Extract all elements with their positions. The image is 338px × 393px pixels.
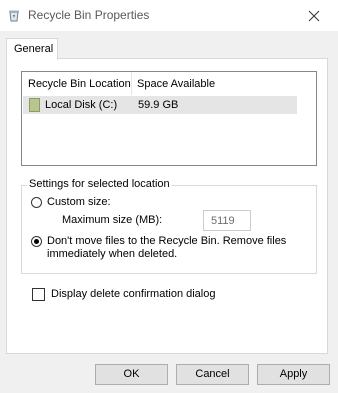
list-item-location: Local Disk (C:) bbox=[45, 99, 118, 111]
settings-group: Settings for selected location Custom si… bbox=[21, 178, 317, 274]
column-separator[interactable] bbox=[131, 72, 132, 95]
list-item[interactable]: Local Disk (C:) 59.9 GB bbox=[23, 96, 297, 114]
custom-size-label[interactable]: Custom size: bbox=[47, 196, 111, 208]
apply-button[interactable]: Apply bbox=[257, 364, 330, 385]
window-title: Recycle Bin Properties bbox=[28, 8, 150, 22]
title-bar: Recycle Bin Properties bbox=[0, 0, 338, 31]
tab-general[interactable]: General bbox=[6, 38, 58, 60]
column-header-space[interactable]: Space Available bbox=[137, 78, 215, 90]
dont-move-label[interactable]: Don't move files to the Recycle Bin. Rem… bbox=[47, 235, 315, 261]
list-header: Recycle Bin Location Space Available bbox=[22, 72, 316, 95]
location-list[interactable]: Recycle Bin Location Space Available Loc… bbox=[21, 71, 317, 166]
delete-confirmation-label[interactable]: Display delete confirmation dialog bbox=[51, 288, 215, 300]
dont-move-radio[interactable] bbox=[31, 236, 42, 247]
close-button[interactable] bbox=[292, 0, 338, 31]
drive-icon bbox=[29, 98, 40, 112]
settings-group-label: Settings for selected location bbox=[27, 178, 172, 190]
list-item-space: 59.9 GB bbox=[138, 99, 179, 111]
column-header-location[interactable]: Recycle Bin Location bbox=[28, 78, 131, 90]
ok-button[interactable]: OK bbox=[95, 364, 168, 385]
tab-general-label: General bbox=[14, 43, 54, 55]
custom-size-radio[interactable] bbox=[31, 197, 42, 208]
general-panel: Recycle Bin Location Space Available Loc… bbox=[6, 58, 328, 354]
max-size-field[interactable]: 5119 bbox=[203, 210, 251, 231]
recycle-bin-icon bbox=[8, 9, 20, 22]
delete-confirmation-checkbox[interactable] bbox=[32, 288, 45, 301]
cancel-button[interactable]: Cancel bbox=[176, 364, 249, 385]
close-icon bbox=[308, 10, 320, 22]
max-size-label: Maximum size (MB): bbox=[62, 214, 163, 226]
